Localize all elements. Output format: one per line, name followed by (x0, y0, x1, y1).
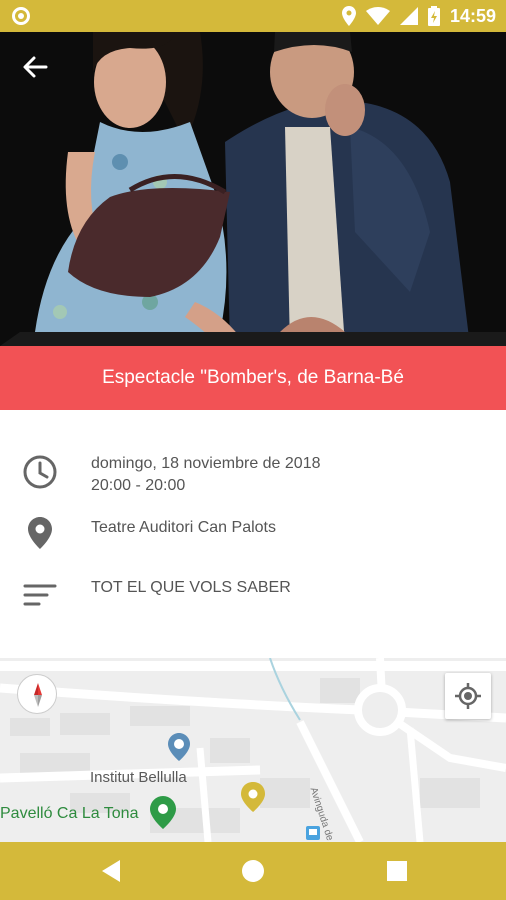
event-venue: Teatre Auditori Can Palots (91, 519, 276, 536)
status-icons: 14:59 (341, 5, 496, 27)
short-text-icon (23, 584, 57, 606)
status-time: 14:59 (449, 5, 496, 26)
event-title-band: Espectacle "Bomber's, de Barna-Bé (0, 346, 506, 410)
compass-icon (34, 683, 42, 707)
event-title: Espectacle "Bomber's, de Barna-Bé (102, 367, 404, 388)
compass-button[interactable] (17, 674, 57, 714)
event-date: domingo, 18 noviembre de 2018 (91, 455, 321, 472)
battery-icon (427, 6, 440, 26)
map-label-institut: Institut Bellulla (90, 769, 187, 786)
nav-home-icon[interactable] (240, 858, 266, 884)
event-description: TOT EL QUE VOLS SABER (91, 579, 291, 596)
event-time: 20:00 - 20:00 (91, 477, 186, 494)
back-arrow-icon[interactable] (18, 50, 52, 84)
location-icon (341, 6, 356, 26)
map-label-pavello: Pavelló Ca La Tona (0, 805, 139, 822)
event-info: domingo, 18 noviembre de 2018 20:00 - 20… (0, 410, 506, 658)
status-bar: 14:59 (0, 0, 506, 32)
notification-icon (12, 7, 30, 25)
bus-stop-icon-window (309, 829, 317, 835)
nav-back-icon[interactable] (98, 858, 124, 884)
map-view[interactable]: Institut Bellulla Pavelló Ca La Tona Avi… (0, 658, 506, 842)
signal-icon (399, 7, 418, 25)
clock-icon (23, 455, 57, 489)
my-location-button[interactable] (445, 673, 491, 719)
place-pin-icon (28, 517, 52, 549)
system-nav-bar (0, 842, 506, 900)
event-photo (0, 32, 506, 346)
event-photo-illustration (0, 32, 506, 346)
wifi-icon (365, 7, 390, 25)
my-location-icon (455, 683, 481, 709)
nav-recents-icon[interactable] (384, 858, 410, 884)
